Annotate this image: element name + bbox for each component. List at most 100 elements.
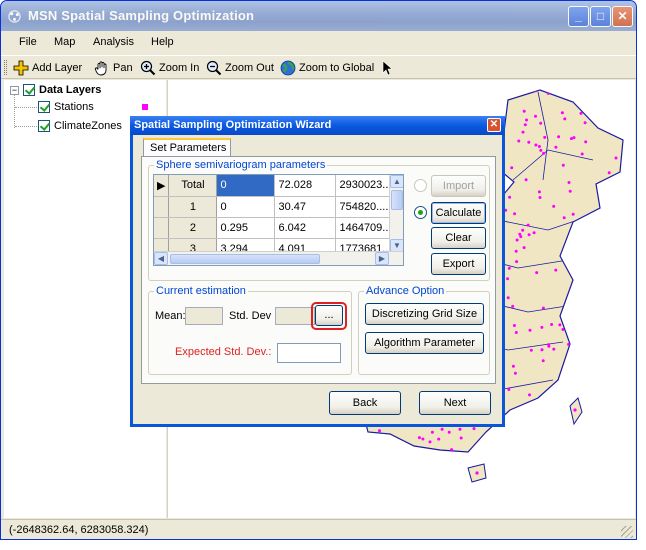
station-point <box>574 383 578 387</box>
back-button[interactable]: Back <box>329 391 401 415</box>
root-checkbox[interactable] <box>23 84 35 96</box>
table-row[interactable]: 2 0.295 6.042 1464709.. <box>154 217 397 239</box>
hand-icon <box>94 61 107 76</box>
current-estimation-group: Current estimation Mean: Std. Dev ... Ex… <box>148 285 352 375</box>
toolbar: Add Layer Pan Zoom In Zoom Out Zoom to G… <box>1 55 636 79</box>
station-point <box>511 364 515 368</box>
menu-map[interactable]: Map <box>54 36 75 48</box>
zoom-out-button[interactable]: Zoom Out <box>206 59 274 77</box>
station-point <box>620 90 623 92</box>
resize-grip[interactable] <box>621 526 633 538</box>
tree-root[interactable]: − Data Layers <box>10 84 101 96</box>
std-dev-more-button[interactable]: ... <box>315 305 343 326</box>
wizard-close-button[interactable]: ✕ <box>487 118 501 132</box>
table-cell[interactable]: 30.47 <box>274 196 337 218</box>
add-layer-button[interactable]: Add Layer <box>13 59 82 77</box>
close-button[interactable]: ✕ <box>612 6 633 27</box>
station-point <box>619 117 623 121</box>
scroll-left-arrow-icon[interactable]: ◀ <box>154 252 168 265</box>
horizontal-scrollbar[interactable]: ◀ ▶ <box>154 251 403 265</box>
zoom-out-icon <box>206 60 222 76</box>
station-point <box>614 156 618 160</box>
station-point <box>586 97 590 101</box>
stations-checkbox[interactable] <box>38 101 50 113</box>
station-point <box>605 315 608 319</box>
table-row[interactable]: 1 0 30.47 754820.... <box>154 196 397 218</box>
station-point <box>436 456 439 459</box>
select-pointer-button[interactable] <box>381 59 393 77</box>
table-cell[interactable]: 0.295 <box>216 217 276 239</box>
station-point <box>428 107 431 111</box>
zoom-global-button[interactable]: Zoom to Global <box>280 59 374 77</box>
calculate-button[interactable]: Calculate <box>431 202 486 224</box>
table-cell[interactable]: 2930023... <box>335 175 397 197</box>
station-point <box>567 181 571 184</box>
menu-analysis[interactable]: Analysis <box>93 36 134 48</box>
station-point <box>569 425 573 428</box>
station-point <box>594 332 598 336</box>
menu-help[interactable]: Help <box>151 36 174 48</box>
climatezones-checkbox[interactable] <box>38 120 50 132</box>
next-button[interactable]: Next <box>419 391 491 415</box>
scroll-up-arrow-icon[interactable]: ▲ <box>390 175 403 188</box>
table-row[interactable]: ▶ Total 0 72.028 2930023... <box>154 175 397 197</box>
tree-item-climatezones[interactable]: ClimateZones <box>38 120 122 132</box>
station-point <box>529 348 533 352</box>
export-button[interactable]: Export <box>431 253 486 275</box>
station-point <box>568 189 572 193</box>
station-point <box>534 408 538 412</box>
scroll-right-arrow-icon[interactable]: ▶ <box>375 252 389 265</box>
menu-file[interactable]: File <box>19 36 37 48</box>
zoom-in-icon <box>140 60 156 76</box>
advance-option-group: Advance Option Discretizing Grid Size Al… <box>358 285 490 375</box>
maximize-button[interactable]: □ <box>590 6 611 27</box>
tree-item-stations[interactable]: Stations <box>38 101 148 113</box>
table-cell[interactable]: 72.028 <box>274 175 337 197</box>
table-cell[interactable]: 1464709.. <box>335 217 397 239</box>
zoom-in-button[interactable]: Zoom In <box>140 59 199 77</box>
calculate-radio[interactable] <box>414 206 427 219</box>
station-point <box>539 121 543 125</box>
pan-button[interactable]: Pan <box>94 59 133 77</box>
scroll-thumb[interactable] <box>391 190 403 210</box>
table-cell[interactable]: 6.042 <box>274 217 337 239</box>
station-point <box>617 417 621 421</box>
station-point <box>534 143 538 147</box>
table-cell[interactable]: 0 <box>216 196 276 218</box>
tab-set-parameters[interactable]: Set Parameters <box>143 138 231 157</box>
station-point <box>615 276 619 280</box>
station-point <box>402 100 405 104</box>
algorithm-parameter-button[interactable]: Algorithm Parameter <box>365 332 484 354</box>
station-point <box>511 304 515 308</box>
station-point <box>534 114 537 118</box>
row-header <box>154 196 170 218</box>
station-point <box>579 111 583 115</box>
station-point <box>584 140 588 144</box>
station-point <box>540 325 544 329</box>
row-label: 1 <box>168 196 218 218</box>
toolbar-grip[interactable] <box>4 60 7 75</box>
vertical-scrollbar[interactable]: ▲ ▼ <box>389 175 403 252</box>
expected-std-dev-label: Expected Std. Dev.: <box>175 346 272 358</box>
station-point <box>534 409 537 413</box>
station-point <box>515 260 519 264</box>
station-point <box>378 111 382 115</box>
station-point <box>573 239 577 242</box>
station-point <box>378 429 381 433</box>
import-radio[interactable] <box>414 179 427 192</box>
station-point <box>539 430 543 434</box>
minimize-button[interactable]: _ <box>568 6 589 27</box>
import-button[interactable]: Import <box>431 175 486 197</box>
station-point <box>550 323 554 326</box>
expected-std-dev-input[interactable] <box>277 343 341 363</box>
clear-button[interactable]: Clear <box>431 227 486 249</box>
discretizing-grid-size-button[interactable]: Discretizing Grid Size <box>365 303 484 325</box>
table-cell[interactable]: 754820.... <box>335 196 397 218</box>
table-cell[interactable]: 0 <box>216 175 276 197</box>
semivariogram-grid[interactable]: ▶ Total 0 72.028 2930023... 1 0 30.47 75… <box>153 174 404 266</box>
wizard-title-bar[interactable]: Spatial Sampling Optimization Wizard ✕ <box>130 116 505 135</box>
scroll-thumb[interactable] <box>170 254 320 264</box>
station-point <box>447 430 451 434</box>
station-point <box>502 106 506 109</box>
station-point <box>537 190 541 194</box>
